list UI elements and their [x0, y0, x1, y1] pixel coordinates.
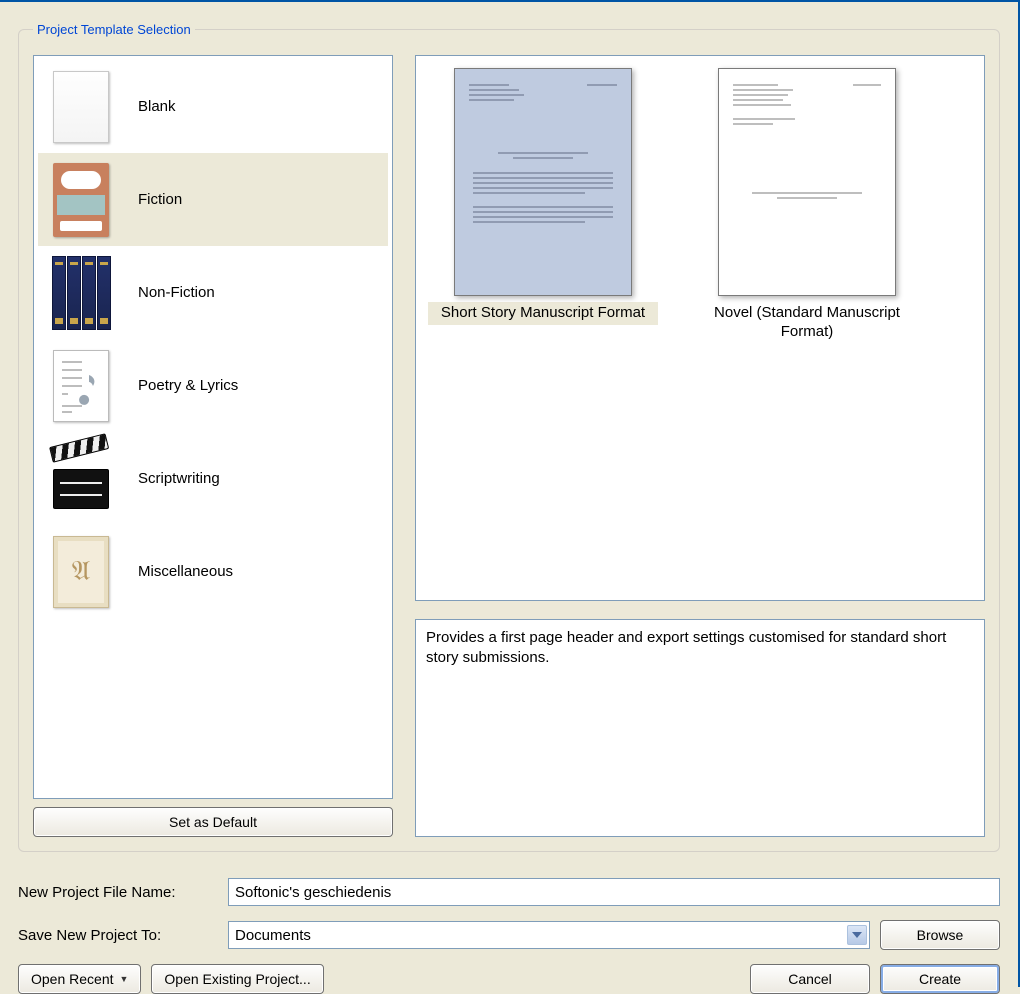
open-recent-button[interactable]: Open Recent	[18, 964, 141, 994]
file-name-input[interactable]	[228, 878, 1000, 906]
category-label: Fiction	[138, 191, 182, 208]
group-title: Project Template Selection	[33, 22, 195, 37]
file-name-label: New Project File Name:	[18, 884, 218, 901]
browse-button[interactable]: Browse	[880, 920, 1000, 950]
category-item-scriptwriting[interactable]: Scriptwriting	[38, 432, 388, 525]
books-icon	[48, 253, 114, 333]
template-caption: Novel (Standard Manuscript Format)	[692, 302, 922, 344]
category-item-poetry[interactable]: Poetry & Lyrics	[38, 339, 388, 432]
template-caption: Short Story Manuscript Format	[428, 302, 658, 325]
scroll-page-icon: 𝔄	[48, 532, 114, 612]
cancel-button[interactable]: Cancel	[750, 964, 870, 994]
template-grid[interactable]: Short Story Manuscript Format	[415, 55, 985, 601]
save-to-label: Save New Project To:	[18, 927, 218, 944]
category-label: Blank	[138, 98, 176, 115]
template-thumb-icon	[454, 68, 632, 296]
set-default-button[interactable]: Set as Default	[33, 807, 393, 837]
form-area: New Project File Name: Save New Project …	[0, 852, 1018, 994]
template-thumb-icon	[718, 68, 896, 296]
save-to-combobox[interactable]: Documents	[228, 921, 870, 949]
category-list[interactable]: Blank Fiction Non-Fiction	[33, 55, 393, 799]
clapperboard-icon	[48, 439, 114, 519]
category-label: Scriptwriting	[138, 470, 220, 487]
open-existing-button[interactable]: Open Existing Project...	[151, 964, 323, 994]
template-description: Provides a first page header and export …	[415, 619, 985, 837]
category-item-misc[interactable]: 𝔄 Miscellaneous	[38, 525, 388, 618]
fiction-book-icon	[48, 160, 114, 240]
template-item-novel[interactable]: Novel (Standard Manuscript Format)	[692, 68, 922, 344]
category-item-fiction[interactable]: Fiction	[38, 153, 388, 246]
category-label: Miscellaneous	[138, 563, 233, 580]
chevron-down-icon	[847, 925, 867, 945]
category-item-nonfiction[interactable]: Non-Fiction	[38, 246, 388, 339]
blank-page-icon	[48, 67, 114, 147]
category-label: Non-Fiction	[138, 284, 215, 301]
category-item-blank[interactable]: Blank	[38, 60, 388, 153]
template-item-short-story[interactable]: Short Story Manuscript Format	[428, 68, 658, 325]
category-label: Poetry & Lyrics	[138, 377, 238, 394]
music-note-page-icon	[48, 346, 114, 426]
template-selection-group: Project Template Selection Blank Fiction	[18, 22, 1000, 852]
save-to-value: Documents	[235, 927, 311, 944]
create-button[interactable]: Create	[880, 964, 1000, 994]
